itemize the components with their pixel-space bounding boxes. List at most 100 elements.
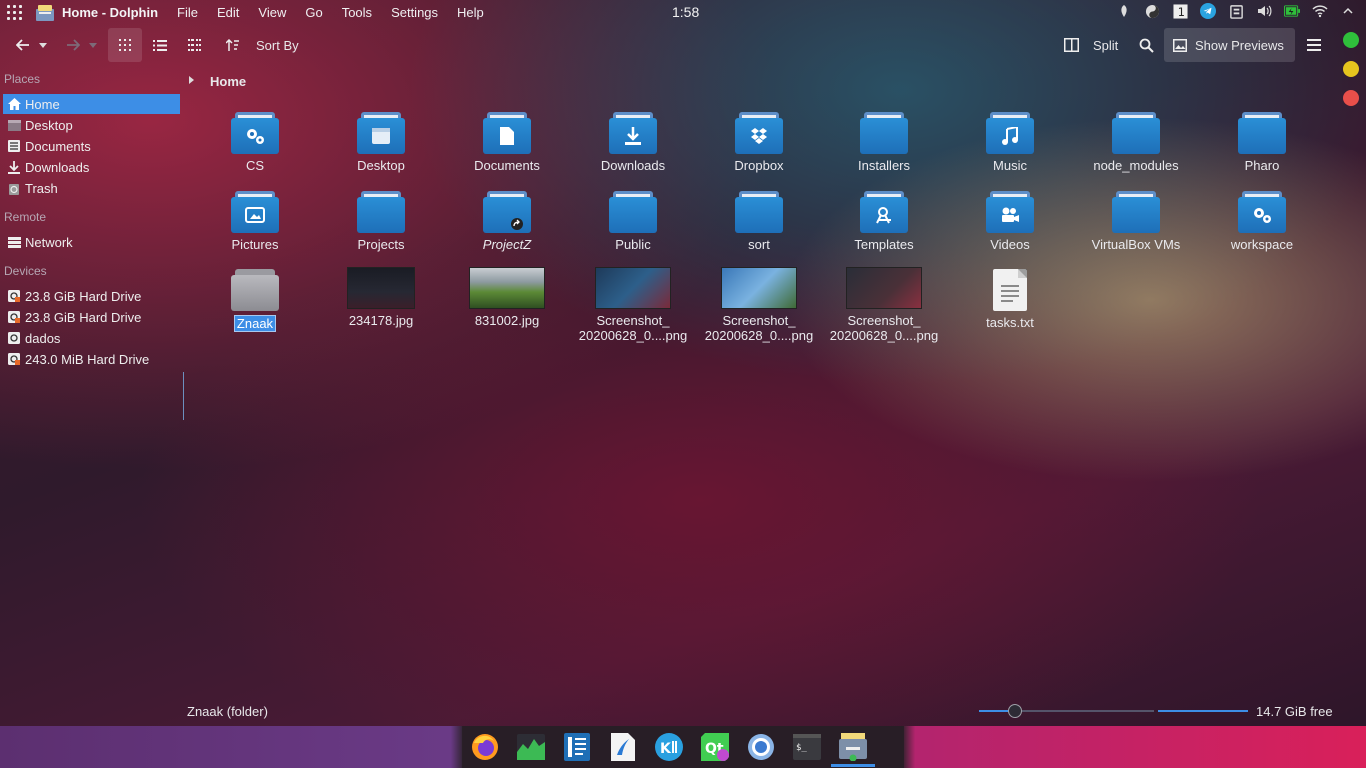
battery-icon[interactable] — [1284, 3, 1300, 19]
sidebar-item-device-3[interactable]: dados — [3, 328, 180, 348]
trash-icon — [7, 181, 21, 195]
folder-item-music[interactable]: Music — [955, 112, 1065, 173]
folder-item-node-modules[interactable]: node_modules — [1081, 112, 1191, 173]
workspace-number-icon[interactable]: 1 — [1172, 3, 1188, 19]
list-icon — [153, 39, 167, 51]
image-item-234178[interactable]: 234178.jpg — [326, 267, 436, 328]
sidebar-item-device-2[interactable]: 23.8 GiB Hard Drive — [3, 307, 180, 327]
kwrite-icon[interactable]: K — [653, 731, 685, 763]
dolphin-app-icon — [36, 4, 54, 21]
free-space-bar — [1158, 710, 1248, 712]
sidebar-item-device-1[interactable]: 23.8 GiB Hard Drive — [3, 286, 180, 306]
menu-go[interactable]: Go — [305, 5, 322, 20]
home-icon — [7, 97, 21, 111]
file-label: Downloads — [600, 158, 666, 173]
panel-resize-handle[interactable] — [183, 372, 184, 420]
sidebar-item-documents[interactable]: Documents — [3, 136, 180, 156]
image-thumbnail — [721, 267, 797, 309]
sidebar-item-label: dados — [25, 330, 61, 346]
folder-item-znaak[interactable]: Znaak — [200, 269, 310, 332]
split-view-icon[interactable] — [1060, 28, 1082, 62]
menu-edit[interactable]: Edit — [217, 5, 239, 20]
icons-view-button[interactable] — [108, 28, 142, 62]
folder-item-documents[interactable]: Documents — [452, 112, 562, 173]
compact-view-button[interactable] — [184, 28, 204, 62]
sidebar-item-label: Trash — [25, 180, 58, 196]
file-label: Pictures — [231, 237, 279, 252]
folder-item-workspace[interactable]: workspace — [1207, 191, 1317, 252]
menu-tools[interactable]: Tools — [342, 5, 372, 20]
menu-file[interactable]: File — [177, 5, 198, 20]
sidebar-item-trash[interactable]: Trash — [3, 178, 180, 198]
folder-item-dropbox[interactable]: Dropbox — [704, 112, 814, 173]
sidebar-item-home[interactable]: Home — [3, 94, 180, 114]
text-item-tasks[interactable]: tasks.txt — [955, 269, 1065, 330]
writer-icon[interactable] — [607, 731, 639, 763]
system-monitor-icon[interactable] — [515, 731, 547, 763]
back-arrow-icon[interactable] — [12, 28, 34, 62]
image-item-screenshot-2[interactable]: Screenshot_ 20200628_0....png — [704, 267, 814, 343]
menubar: File Edit View Go Tools Settings Help — [177, 5, 503, 20]
show-previews-button[interactable]: Show Previews — [1164, 28, 1295, 62]
sort-by-button[interactable]: Sort By — [256, 38, 299, 53]
symlink-arrow-icon — [511, 218, 523, 230]
details-view-button[interactable] — [150, 28, 170, 62]
image-item-831002[interactable]: 831002.jpg — [452, 267, 562, 328]
folder-item-sort[interactable]: sort — [704, 191, 814, 252]
app-tray-icon[interactable] — [1116, 3, 1132, 19]
menu-view[interactable]: View — [258, 5, 286, 20]
breadcrumb-home[interactable]: Home — [210, 74, 246, 89]
clipboard-tray-icon[interactable] — [1228, 3, 1244, 19]
volume-icon[interactable] — [1256, 3, 1272, 19]
folder-item-cs[interactable]: CS — [200, 112, 310, 173]
folder-item-public[interactable]: Public — [578, 191, 688, 252]
menu-settings[interactable]: Settings — [391, 5, 438, 20]
folder-item-installers[interactable]: Installers — [829, 112, 939, 173]
places-section-title: Places — [4, 72, 41, 86]
yin-yang-tray-icon[interactable] — [1144, 3, 1160, 19]
chromium-icon[interactable] — [745, 731, 777, 763]
forward-arrow-icon[interactable] — [62, 28, 84, 62]
maximize-dot-button[interactable] — [1343, 32, 1359, 48]
templates-compass-icon — [876, 207, 891, 224]
sidebar-item-desktop[interactable]: Desktop — [3, 115, 180, 135]
minimize-dot-button[interactable] — [1343, 61, 1359, 77]
terminal-icon[interactable]: $_ — [791, 731, 823, 763]
harddrive-icon — [7, 310, 21, 324]
sidebar-item-device-4[interactable]: 243.0 MiB Hard Drive — [3, 349, 180, 369]
application-launcher-icon[interactable] — [2, 1, 26, 25]
search-icon[interactable] — [1136, 28, 1156, 62]
sidebar-item-downloads[interactable]: Downloads — [3, 157, 180, 177]
forward-history-chevron-icon[interactable] — [86, 28, 100, 62]
zoom-slider-handle[interactable] — [1008, 704, 1022, 718]
split-button[interactable]: Split — [1093, 38, 1118, 53]
folder-item-pictures[interactable]: Pictures — [200, 191, 310, 252]
firefox-icon[interactable] — [469, 731, 501, 763]
close-dot-button[interactable] — [1343, 90, 1359, 106]
places-panel: Places Home Desktop Documents Downloads … — [0, 64, 182, 714]
folder-item-virtualbox-vms[interactable]: VirtualBox VMs — [1081, 191, 1191, 252]
back-history-chevron-icon[interactable] — [36, 28, 50, 62]
expand-tray-arrow-icon[interactable] — [1340, 3, 1356, 19]
dolphin-dock-icon[interactable] — [837, 731, 869, 763]
sidebar-item-network[interactable]: Network — [3, 232, 180, 252]
image-item-screenshot-3[interactable]: Screenshot_ 20200628_0....png — [829, 267, 939, 343]
image-item-screenshot-1[interactable]: Screenshot_ 20200628_0....png — [578, 267, 688, 343]
folder-item-downloads[interactable]: Downloads — [578, 112, 688, 173]
folder-item-projects[interactable]: Projects — [326, 191, 436, 252]
text-editor-icon[interactable] — [561, 731, 593, 763]
wifi-icon[interactable] — [1312, 3, 1328, 19]
folder-item-videos[interactable]: Videos — [955, 191, 1065, 252]
sort-icon[interactable] — [224, 28, 242, 62]
folder-item-projectz[interactable]: ProjectZ — [452, 191, 562, 252]
menu-help[interactable]: Help — [457, 5, 484, 20]
telegram-tray-icon[interactable] — [1200, 3, 1216, 19]
file-label: Templates — [854, 237, 914, 252]
hamburger-menu-icon[interactable] — [1304, 28, 1324, 62]
folder-item-pharo[interactable]: Pharo — [1207, 112, 1317, 173]
qt-creator-icon[interactable]: Qt — [699, 731, 731, 763]
breadcrumb-expand-icon[interactable] — [189, 76, 194, 84]
folder-item-desktop[interactable]: Desktop — [326, 112, 436, 173]
folder-item-templates[interactable]: Templates — [829, 191, 939, 252]
clock[interactable]: 1:58 — [672, 4, 699, 20]
